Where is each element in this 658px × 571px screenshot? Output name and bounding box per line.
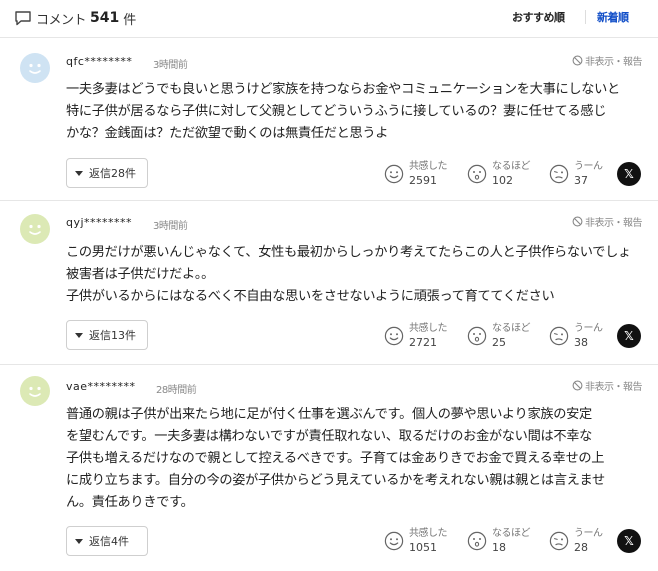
hide-report-label: 非表示・報告 [585, 57, 643, 68]
empathy-count: 2591 [409, 174, 437, 187]
smile-face-icon [384, 531, 404, 551]
hide-report-label: 非表示・報告 [585, 382, 643, 393]
comment-line: 特に子供が居るなら子供に対して父親としてどういうふうに接しているの？妻に任せてる… [66, 104, 607, 119]
insightful-reaction-button[interactable]: なるほど 25 [467, 319, 531, 353]
surprised-face-icon [467, 531, 487, 551]
comment-item: qyj******** 3時間前 非表示・報告 この男だけが悪いんじゃなくて、女… [0, 202, 658, 365]
hmm-label: うーん [574, 323, 603, 334]
comment-line: 普通の親は子供が出来たら地に足が付く仕事を選ぶんです。個人の夢や思いより家族の安… [66, 407, 592, 422]
surprised-face-icon [467, 164, 487, 184]
comment-line: この男だけが悪いんじゃなくて、女性も最初からしっかり考えてたらこの人と子供作らな… [66, 245, 631, 260]
comment-line: かな？金銭面は？ただ欲望で動くのは無責任だと思うよ [66, 126, 389, 141]
comment-username[interactable]: qfc******** [66, 55, 132, 68]
comment-line: 被害者は子供だけだよ。。 [66, 267, 215, 282]
hmm-reaction-button[interactable]: うーん 37 [549, 157, 603, 191]
green-smiley-avatar[interactable] [20, 214, 50, 244]
ban-icon [572, 216, 583, 227]
hmm-label: うーん [574, 528, 603, 539]
caret-down-icon [75, 170, 83, 176]
comment-line: を望むんです。一夫多妻は構わないですが責任取れない、取るだけのお金がない間は不幸… [66, 429, 593, 444]
sort-divider [585, 10, 586, 24]
hmm-count: 28 [574, 541, 588, 554]
comment-timestamp: 3時間前 [153, 221, 188, 232]
comments-count: 541 [90, 10, 120, 26]
empathy-reaction-button[interactable]: 共感した 2591 [384, 157, 448, 191]
insightful-count: 18 [492, 541, 506, 554]
comment-item: vae******** 28時間前 非表示・報告 普通の親は子供が出来たら地に足… [0, 366, 658, 571]
x-share-button[interactable]: 𝕏 [617, 162, 641, 186]
insightful-label: なるほど [492, 528, 531, 539]
doubtful-face-icon [549, 164, 569, 184]
empathy-label: 共感した [409, 161, 448, 172]
reply-button[interactable]: 返信13件 [66, 320, 148, 350]
hide-report-link[interactable]: 非表示・報告 [572, 53, 643, 68]
hmm-count: 38 [574, 336, 588, 349]
comment-body: この男だけが悪いんじゃなくて、女性も最初からしっかり考えてたらこの人と子供作らな… [66, 242, 646, 308]
empathy-label: 共感した [409, 528, 448, 539]
smile-face-icon [384, 326, 404, 346]
x-logo-icon: 𝕏 [624, 167, 634, 181]
surprised-face-icon [467, 326, 487, 346]
caret-down-icon [75, 538, 83, 544]
comment-line: 子供がいるからにはなるべく不自由な思いをさせないように頑張って育ててください [66, 289, 555, 304]
hmm-label: うーん [574, 161, 603, 172]
doubtful-face-icon [549, 531, 569, 551]
insightful-label: なるほど [492, 323, 531, 334]
insightful-label: なるほど [492, 161, 531, 172]
hide-report-link[interactable]: 非表示・報告 [572, 378, 643, 393]
hmm-count: 37 [574, 174, 588, 187]
comment-timestamp: 28時間前 [156, 385, 197, 396]
empathy-reaction-button[interactable]: 共感した 2721 [384, 319, 448, 353]
insightful-reaction-button[interactable]: なるほど 18 [467, 524, 531, 558]
comments-title: コメント [36, 12, 87, 28]
comments-title-group: コメント 541 件 [14, 8, 136, 28]
speech-bubble-icon [15, 11, 31, 26]
reply-button-label: 返信28件 [89, 167, 136, 180]
smile-face-icon [384, 164, 404, 184]
sort-recommended-tab[interactable]: おすすめ順 [512, 9, 565, 25]
hmm-reaction-button[interactable]: うーん 38 [549, 319, 603, 353]
insightful-reaction-button[interactable]: なるほど 102 [467, 157, 531, 191]
reply-button-label: 返信4件 [89, 535, 129, 548]
x-logo-icon: 𝕏 [624, 329, 634, 343]
comment-body: 普通の親は子供が出来たら地に足が付く仕事を選ぶんです。個人の夢や思いより家族の安… [66, 404, 646, 514]
comments-count-unit: 件 [123, 12, 137, 28]
comment-timestamp: 3時間前 [153, 60, 188, 71]
x-logo-icon: 𝕏 [624, 534, 634, 548]
caret-down-icon [75, 332, 83, 338]
empathy-reaction-button[interactable]: 共感した 1051 [384, 524, 448, 558]
reply-button[interactable]: 返信4件 [66, 526, 148, 556]
comment-line: 子供も増えるだけなので親として控えるべきです。子育ては金ありきでお金で買える幸せ… [66, 451, 605, 466]
green-smiley-avatar[interactable] [20, 376, 50, 406]
comment-item: qfc******** 3時間前 非表示・報告 一夫多妻はどうでも良いと思うけど… [0, 39, 658, 201]
comment-body: 一夫多妻はどうでも良いと思うけど家族を持つならお金やコミュニケーションを大事にし… [66, 79, 646, 145]
hmm-reaction-button[interactable]: うーん 28 [549, 524, 603, 558]
hide-report-link[interactable]: 非表示・報告 [572, 214, 643, 229]
comments-header: コメント 541 件 おすすめ順 新着順 [0, 0, 658, 38]
x-share-button[interactable]: 𝕏 [617, 324, 641, 348]
empathy-count: 2721 [409, 336, 437, 349]
hide-report-label: 非表示・報告 [585, 218, 643, 229]
comment-line: ん。責任ありきです。 [66, 495, 194, 510]
ban-icon [572, 380, 583, 391]
reply-button-label: 返信13件 [89, 329, 136, 342]
comment-username[interactable]: qyj******** [66, 216, 132, 229]
comment-line: 一夫多妻はどうでも良いと思うけど家族を持つならお金やコミュニケーションを大事にし… [66, 82, 620, 97]
empathy-label: 共感した [409, 323, 448, 334]
sort-newest-tab[interactable]: 新着順 [597, 9, 629, 25]
empathy-count: 1051 [409, 541, 437, 554]
doubtful-face-icon [549, 326, 569, 346]
insightful-count: 102 [492, 174, 513, 187]
comment-username[interactable]: vae******** [66, 380, 136, 393]
reply-button[interactable]: 返信28件 [66, 158, 148, 188]
insightful-count: 25 [492, 336, 506, 349]
blue-smiley-avatar[interactable] [20, 53, 50, 83]
ban-icon [572, 55, 583, 66]
x-share-button[interactable]: 𝕏 [617, 529, 641, 553]
comment-line: に成り立ちます。自分の今の姿が子供からどう見えているかを考えれない親は親とは言え… [66, 473, 605, 488]
